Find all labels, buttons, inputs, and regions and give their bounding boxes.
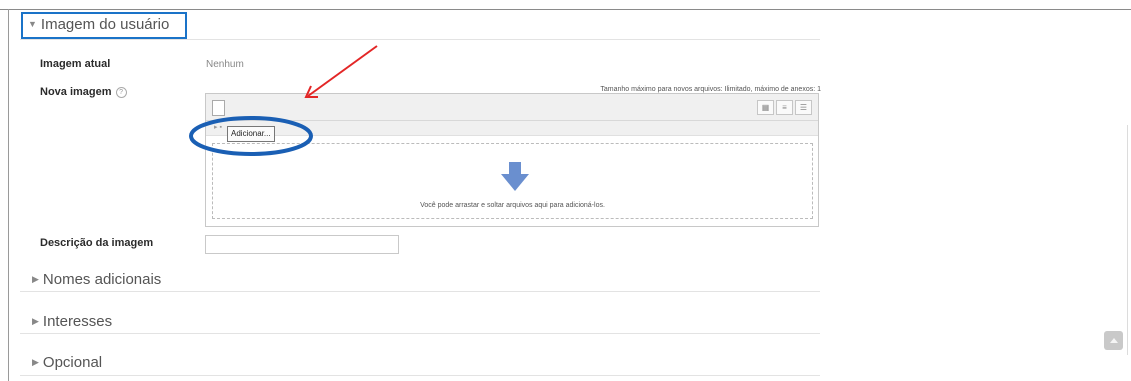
annotation-arrow-line	[307, 45, 378, 97]
annotation-arrow-head	[304, 85, 318, 98]
annotation-circle	[189, 116, 313, 156]
annotation-overlay	[189, 45, 378, 156]
